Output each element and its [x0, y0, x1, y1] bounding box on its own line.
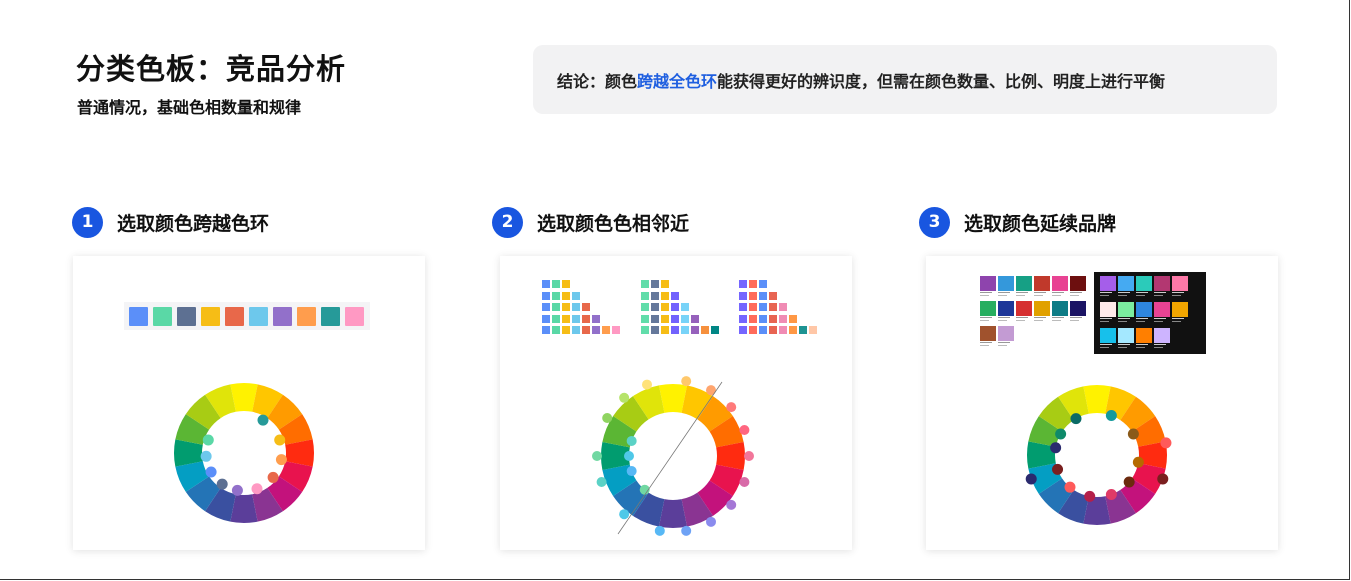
wheel-marker	[205, 466, 217, 478]
wheel-marker	[1070, 413, 1082, 425]
wheel-marker	[726, 499, 737, 510]
wheel-marker	[1105, 410, 1117, 422]
wheel-marker	[706, 516, 716, 527]
wheel-marker	[642, 379, 653, 390]
step-1-label: 选取颜色跨越色环	[117, 212, 270, 235]
wheel-marker	[626, 435, 637, 446]
wheel-marker	[1157, 473, 1169, 485]
wheel-marker	[624, 451, 634, 461]
wheel-marker	[626, 466, 637, 477]
wheel-marker	[654, 525, 665, 536]
wheel-marker	[619, 509, 630, 520]
wheel-marker	[1055, 428, 1067, 440]
wheel-marker	[1050, 442, 1062, 454]
wheel-marker	[726, 402, 737, 413]
step-2-header: 2 选取颜色色相邻近	[492, 205, 689, 239]
wheel-marker	[1105, 488, 1117, 500]
wheel-marker	[596, 476, 607, 487]
conclusion-box: 结论：颜色 跨越全色环 能获得更好的辨识度，但需在颜色数量、比例、明度上进行平衡	[533, 45, 1277, 114]
step-2-label: 选取颜色色相邻近	[537, 212, 690, 235]
wheel-marker	[267, 471, 279, 483]
wheel-marker	[1127, 428, 1139, 440]
step-3-header: 3 选取颜色延续品牌	[919, 205, 1116, 239]
wheel-marker	[739, 425, 750, 436]
wheel-marker	[744, 451, 754, 461]
card-across-wheel	[73, 256, 425, 550]
color-wheel-1	[174, 383, 314, 523]
wheel-marker	[200, 450, 212, 462]
wheel-marker	[619, 392, 630, 403]
color-wheel-2	[592, 376, 754, 536]
step-3-badge: 3	[919, 206, 950, 238]
wheel-marker	[706, 385, 716, 396]
color-wheel-3	[1025, 385, 1172, 525]
step-3-label: 选取颜色延续品牌	[964, 212, 1117, 235]
step-1-header: 1 选取颜色跨越色环	[72, 205, 269, 239]
conclusion-prefix: 结论：颜色	[557, 71, 638, 91]
wheel-marker	[1123, 476, 1135, 488]
wheel-marker	[275, 454, 287, 466]
wheel-marker	[1160, 437, 1172, 449]
wheel-marker	[1132, 456, 1144, 468]
wheel-marker	[681, 525, 692, 536]
wheel-marker	[231, 484, 243, 496]
page-title: 分类色板：竞品分析	[76, 52, 347, 86]
wheel-marker	[1064, 481, 1076, 493]
card-brand-colors	[926, 256, 1278, 550]
wheel-marker	[216, 478, 228, 490]
wheel-marker	[1052, 463, 1064, 475]
conclusion-highlight: 跨越全色环	[637, 71, 718, 91]
wheel-marker	[1025, 473, 1037, 485]
page-subtitle: 普通情况，基础色相数量和规律	[77, 98, 302, 117]
wheel-marker	[681, 376, 692, 387]
wheel-marker	[251, 483, 263, 495]
step-2-badge: 2	[492, 206, 523, 238]
wheel-marker	[202, 434, 214, 446]
wheel-marker	[274, 434, 286, 446]
wheel-marker	[602, 413, 613, 423]
wheel-marker	[739, 476, 750, 487]
wheel-marker	[1084, 490, 1096, 502]
conclusion-suffix: 能获得更好的辨识度，但需在颜色数量、比例、明度上进行平衡	[717, 71, 1166, 91]
step-1-badge: 1	[72, 206, 103, 238]
card-adjacent-hues	[500, 256, 852, 550]
wheel-marker	[592, 451, 602, 461]
wheel-marker	[257, 414, 269, 426]
